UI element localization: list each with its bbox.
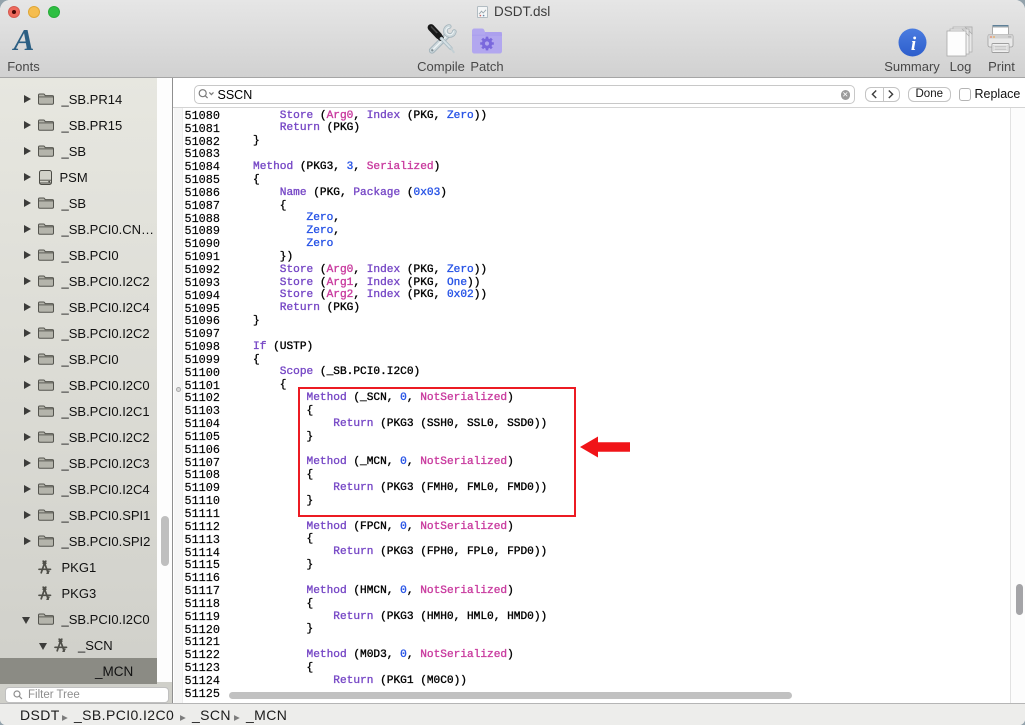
svg-text:i: i bbox=[911, 34, 917, 55]
